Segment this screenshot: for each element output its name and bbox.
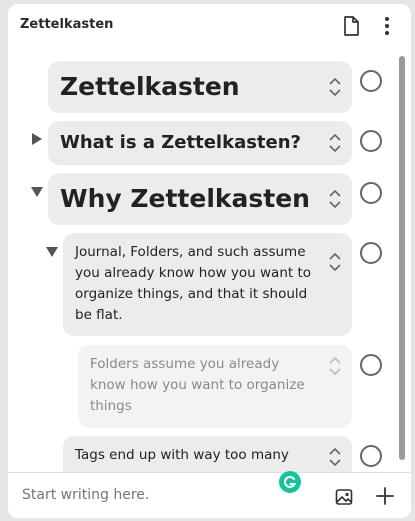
triangle-down-icon[interactable] — [30, 185, 44, 199]
block-paragraph-faded[interactable]: Folders assume you already know how you … — [78, 345, 352, 428]
app-title: Zettelkasten — [20, 17, 114, 32]
notes-panel: Zettelkasten Zettelkasten What is a Zett… — [8, 4, 411, 518]
plus-icon[interactable] — [375, 486, 395, 506]
composer-input[interactable] — [22, 487, 272, 503]
document-icon[interactable] — [341, 15, 361, 37]
block-text[interactable]: Folders assume you already know how you … — [90, 354, 318, 417]
circle-icon[interactable] — [360, 182, 382, 204]
triangle-down-icon[interactable] — [45, 245, 59, 259]
grammarly-g-icon — [283, 475, 297, 488]
grammarly-icon[interactable] — [279, 471, 301, 493]
composer-bar — [8, 472, 411, 518]
scrollbar[interactable] — [398, 48, 406, 466]
triangle-right-icon[interactable] — [30, 132, 44, 146]
block-text[interactable]: Why Zettelkasten — [60, 173, 318, 225]
circle-icon[interactable] — [360, 242, 382, 264]
circle-icon[interactable] — [360, 354, 382, 376]
circle-icon[interactable] — [360, 445, 382, 467]
block-text[interactable]: Tags end up with way too many — [75, 445, 318, 466]
scrollbar-thumb[interactable] — [399, 56, 405, 460]
header: Zettelkasten — [8, 4, 411, 46]
block-text[interactable]: Zettelkasten — [60, 61, 318, 113]
block-paragraph[interactable]: Journal, Folders, and such assume you al… — [63, 233, 352, 336]
sort-icon[interactable] — [328, 446, 342, 468]
block-text[interactable]: Journal, Folders, and such assume you al… — [75, 242, 318, 326]
block-heading-1[interactable]: Why Zettelkasten — [48, 173, 352, 225]
block-heading-2[interactable]: What is a Zettelkasten? — [48, 121, 352, 165]
sort-icon[interactable] — [328, 355, 342, 377]
block-text[interactable]: What is a Zettelkasten? — [60, 121, 318, 165]
sort-icon[interactable] — [328, 188, 342, 210]
circle-icon[interactable] — [360, 130, 382, 152]
block-heading-1[interactable]: Zettelkasten — [48, 61, 352, 113]
sort-icon[interactable] — [328, 251, 342, 273]
sort-icon[interactable] — [328, 76, 342, 98]
image-icon[interactable] — [334, 487, 354, 507]
more-vertical-icon[interactable] — [377, 15, 397, 37]
sort-icon[interactable] — [328, 132, 342, 154]
circle-icon[interactable] — [360, 70, 382, 92]
